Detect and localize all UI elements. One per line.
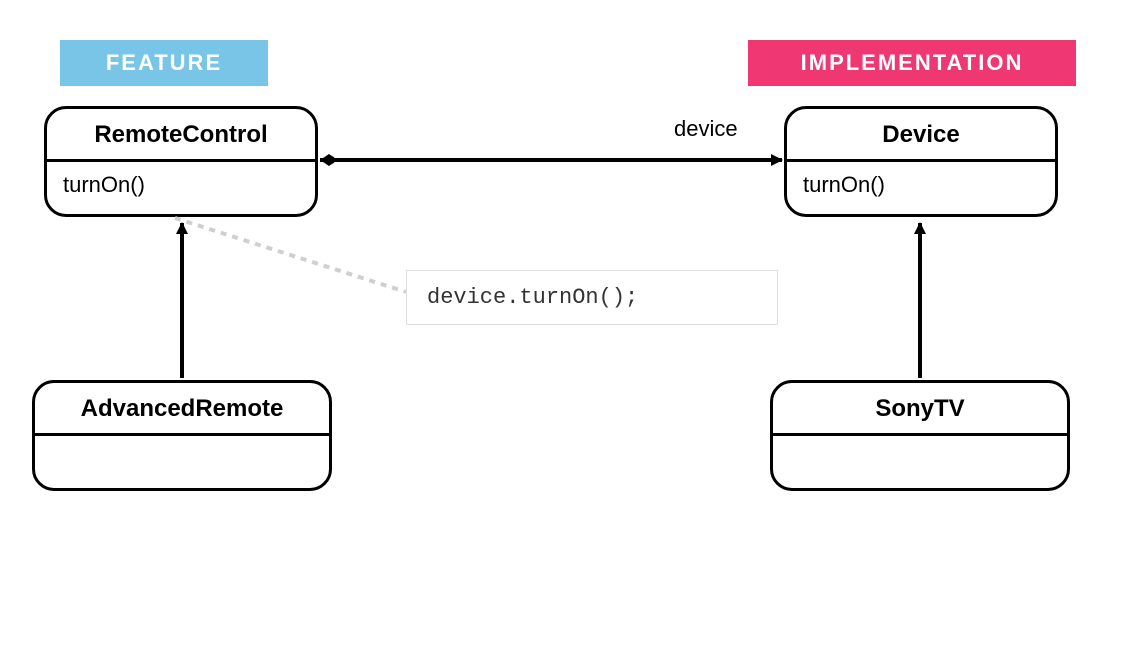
class-sonytv: SonyTV bbox=[770, 380, 1070, 491]
class-device: Device turnOn() bbox=[784, 106, 1058, 217]
class-device-method: turnOn() bbox=[787, 162, 1055, 214]
association-label: device bbox=[674, 116, 738, 142]
code-note: device.turnOn(); bbox=[406, 270, 778, 325]
class-advancedremote-method bbox=[35, 436, 329, 488]
class-device-name: Device bbox=[787, 109, 1055, 162]
class-remotecontrol: RemoteControl turnOn() bbox=[44, 106, 318, 217]
feature-badge: FEATURE bbox=[60, 40, 268, 86]
class-advancedremote: AdvancedRemote bbox=[32, 380, 332, 491]
class-remotecontrol-name: RemoteControl bbox=[47, 109, 315, 162]
class-sonytv-name: SonyTV bbox=[773, 383, 1067, 436]
note-connector bbox=[175, 218, 406, 292]
implementation-badge: IMPLEMENTATION bbox=[748, 40, 1076, 86]
class-advancedremote-name: AdvancedRemote bbox=[35, 383, 329, 436]
class-remotecontrol-method: turnOn() bbox=[47, 162, 315, 214]
class-sonytv-method bbox=[773, 436, 1067, 488]
connector-layer bbox=[0, 0, 1137, 657]
